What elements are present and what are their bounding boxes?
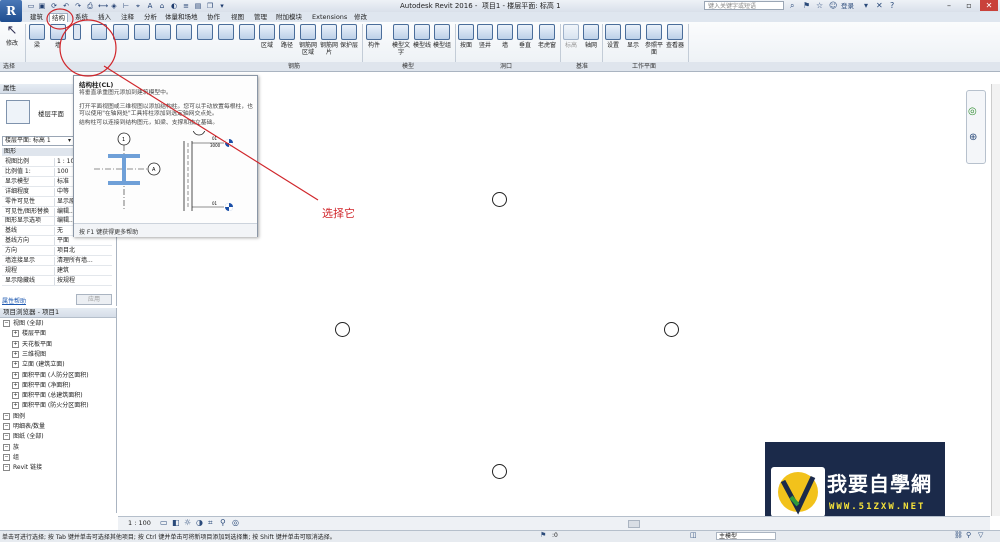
worksharing-icon[interactable]: ⚑ <box>540 531 546 539</box>
detail-level-icon[interactable]: ▭ <box>160 518 168 527</box>
watermark-url: WWW.51ZXW.NET <box>829 502 926 512</box>
temporary-hide-icon[interactable]: ⚲ <box>220 518 226 527</box>
visual-style-icon[interactable]: ◧ <box>172 518 180 527</box>
active-model-select[interactable]: 主模型 <box>716 532 776 540</box>
shadows-icon[interactable]: ◑ <box>196 518 203 527</box>
reveal-hidden-icon[interactable]: ◎ <box>232 518 239 527</box>
crop-view-icon[interactable]: ⌗ <box>208 518 213 528</box>
annotation-label: 选择它 <box>322 207 355 220</box>
status-message: 单击可进行选择; 按 Tab 键并单击可选择其他项目; 按 Ctrl 键并单击可… <box>2 534 336 541</box>
annotation-arrow-line <box>103 65 319 201</box>
horizontal-scroll-thumb[interactable] <box>628 520 640 528</box>
watermark-banner: 我要自學網 WWW.51ZXW.NET <box>765 442 945 522</box>
watermark-title: 我要自學網 <box>827 472 932 496</box>
watermark-logo-icon <box>771 467 825 517</box>
view-scale[interactable]: 1 : 100 <box>128 519 151 527</box>
select-pinned-icon[interactable]: ⚲ <box>966 531 971 539</box>
application-menu-button[interactable]: R <box>0 0 22 22</box>
select-links-icon[interactable]: ⛓ <box>954 531 963 539</box>
active-model-value: 主模型 <box>719 533 738 540</box>
annotation-circle-tab <box>46 8 74 30</box>
design-options-icon[interactable]: ◫ <box>690 531 697 539</box>
status-bar: 单击可进行选择; 按 Tab 键并单击可选择其他项目; 按 Ctrl 键并单击可… <box>0 530 1000 542</box>
coordinate-readout: :0 <box>552 532 558 539</box>
filter-icon[interactable]: ▽ <box>978 531 983 539</box>
sun-path-icon[interactable]: ☼ <box>184 518 191 527</box>
view-control-bar: 1 : 100 ▭ ◧ ☼ ◑ ⌗ ⚲ ◎ <box>118 516 990 530</box>
